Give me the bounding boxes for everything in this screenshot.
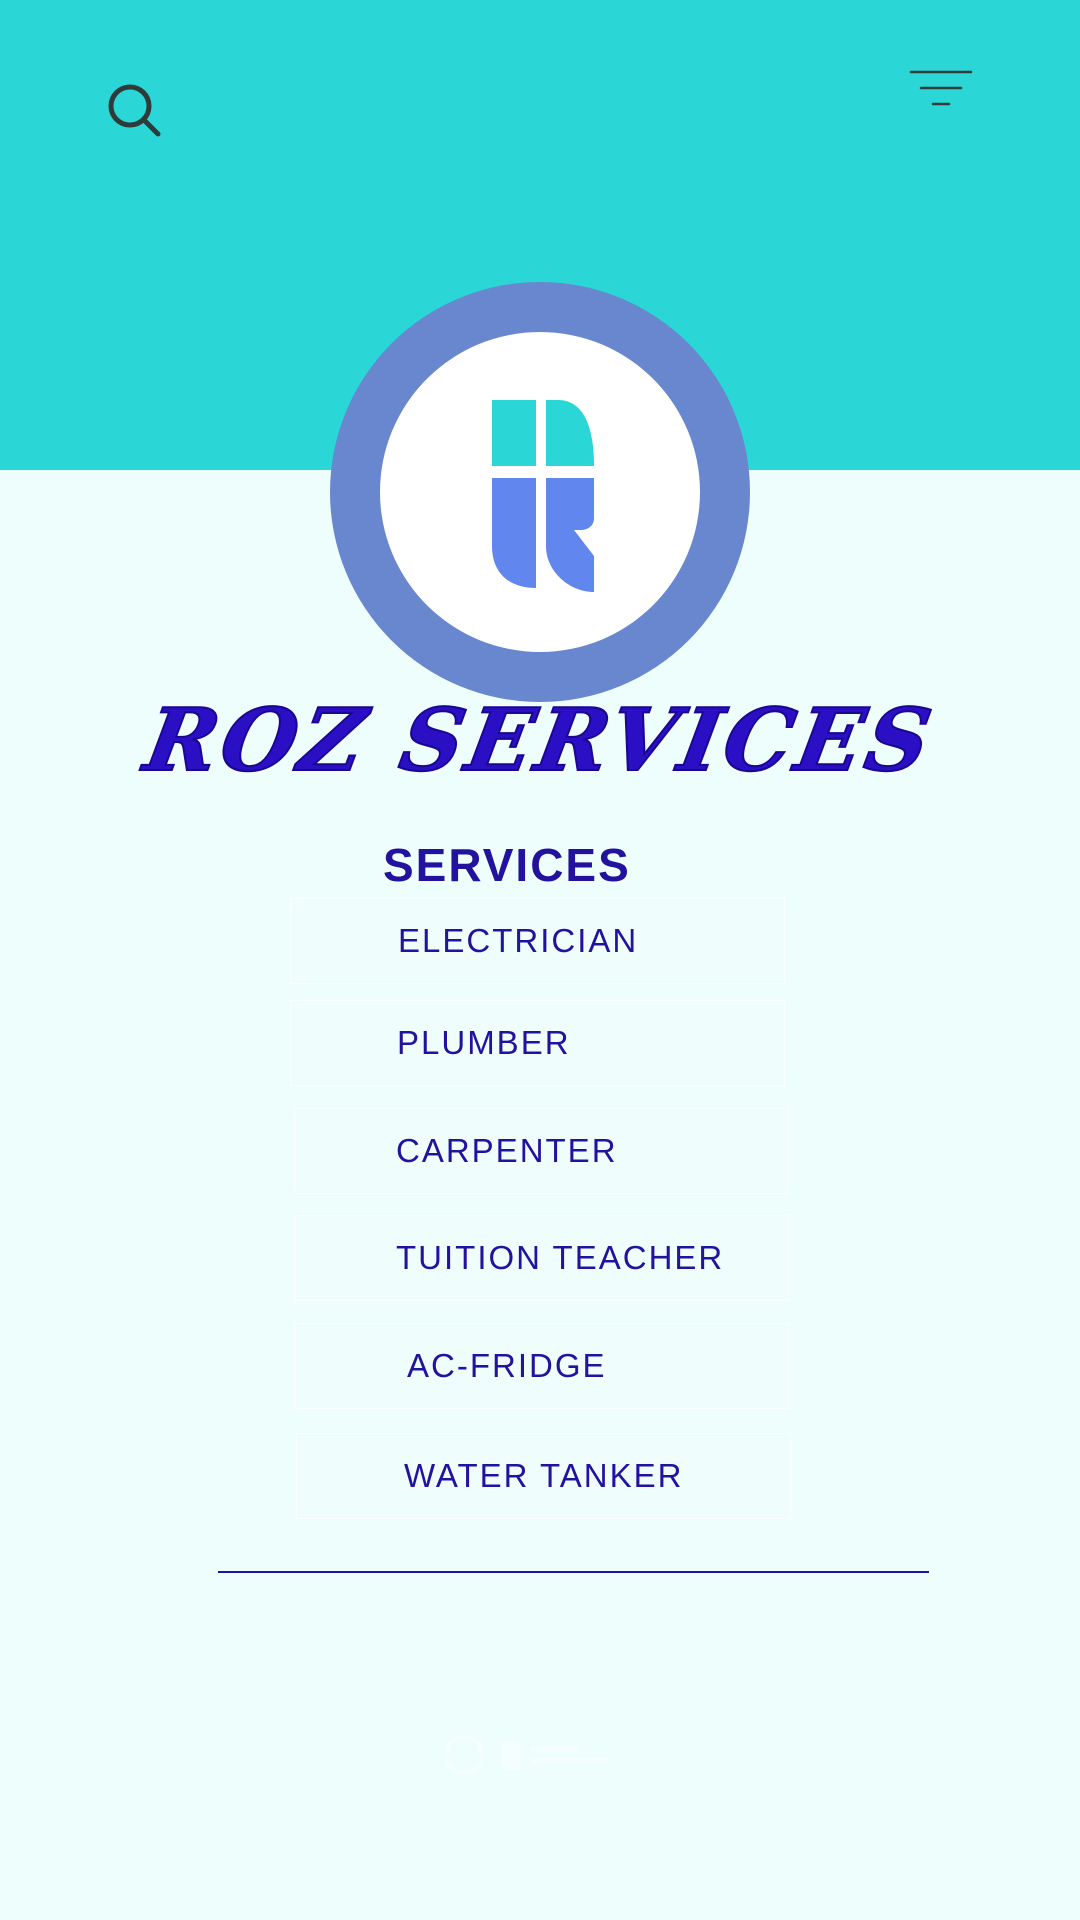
service-item-carpenter[interactable]: CARPENTER [294, 1108, 789, 1194]
brand-title: ROZ SERVICES [137, 689, 943, 792]
service-item-tuition-teacher[interactable]: TUITION TEACHER [294, 1215, 789, 1301]
watermark-logo [444, 1735, 610, 1775]
filter-menu-icon [909, 70, 973, 106]
service-item-water-tanker[interactable]: WATER TANKER [296, 1433, 791, 1519]
search-icon [108, 84, 161, 137]
service-item-electrician[interactable]: ELECTRICIAN [290, 898, 785, 984]
services-heading: SERVICES [383, 839, 631, 891]
menu-button[interactable] [905, 64, 975, 114]
service-item-ac-fridge[interactable]: AC-FRIDGE [294, 1323, 789, 1409]
service-label: AC-FRIDGE [407, 1347, 607, 1384]
r-letter-logo-icon [492, 400, 594, 592]
service-label: WATER TANKER [404, 1457, 684, 1494]
divider-line [218, 1571, 929, 1573]
service-label: PLUMBER [397, 1024, 571, 1061]
search-button[interactable] [100, 76, 170, 146]
service-label: CARPENTER [396, 1132, 618, 1169]
service-label: TUITION TEACHER [396, 1239, 725, 1276]
service-item-plumber[interactable]: PLUMBER [290, 1000, 785, 1086]
service-label: ELECTRICIAN [398, 922, 639, 959]
